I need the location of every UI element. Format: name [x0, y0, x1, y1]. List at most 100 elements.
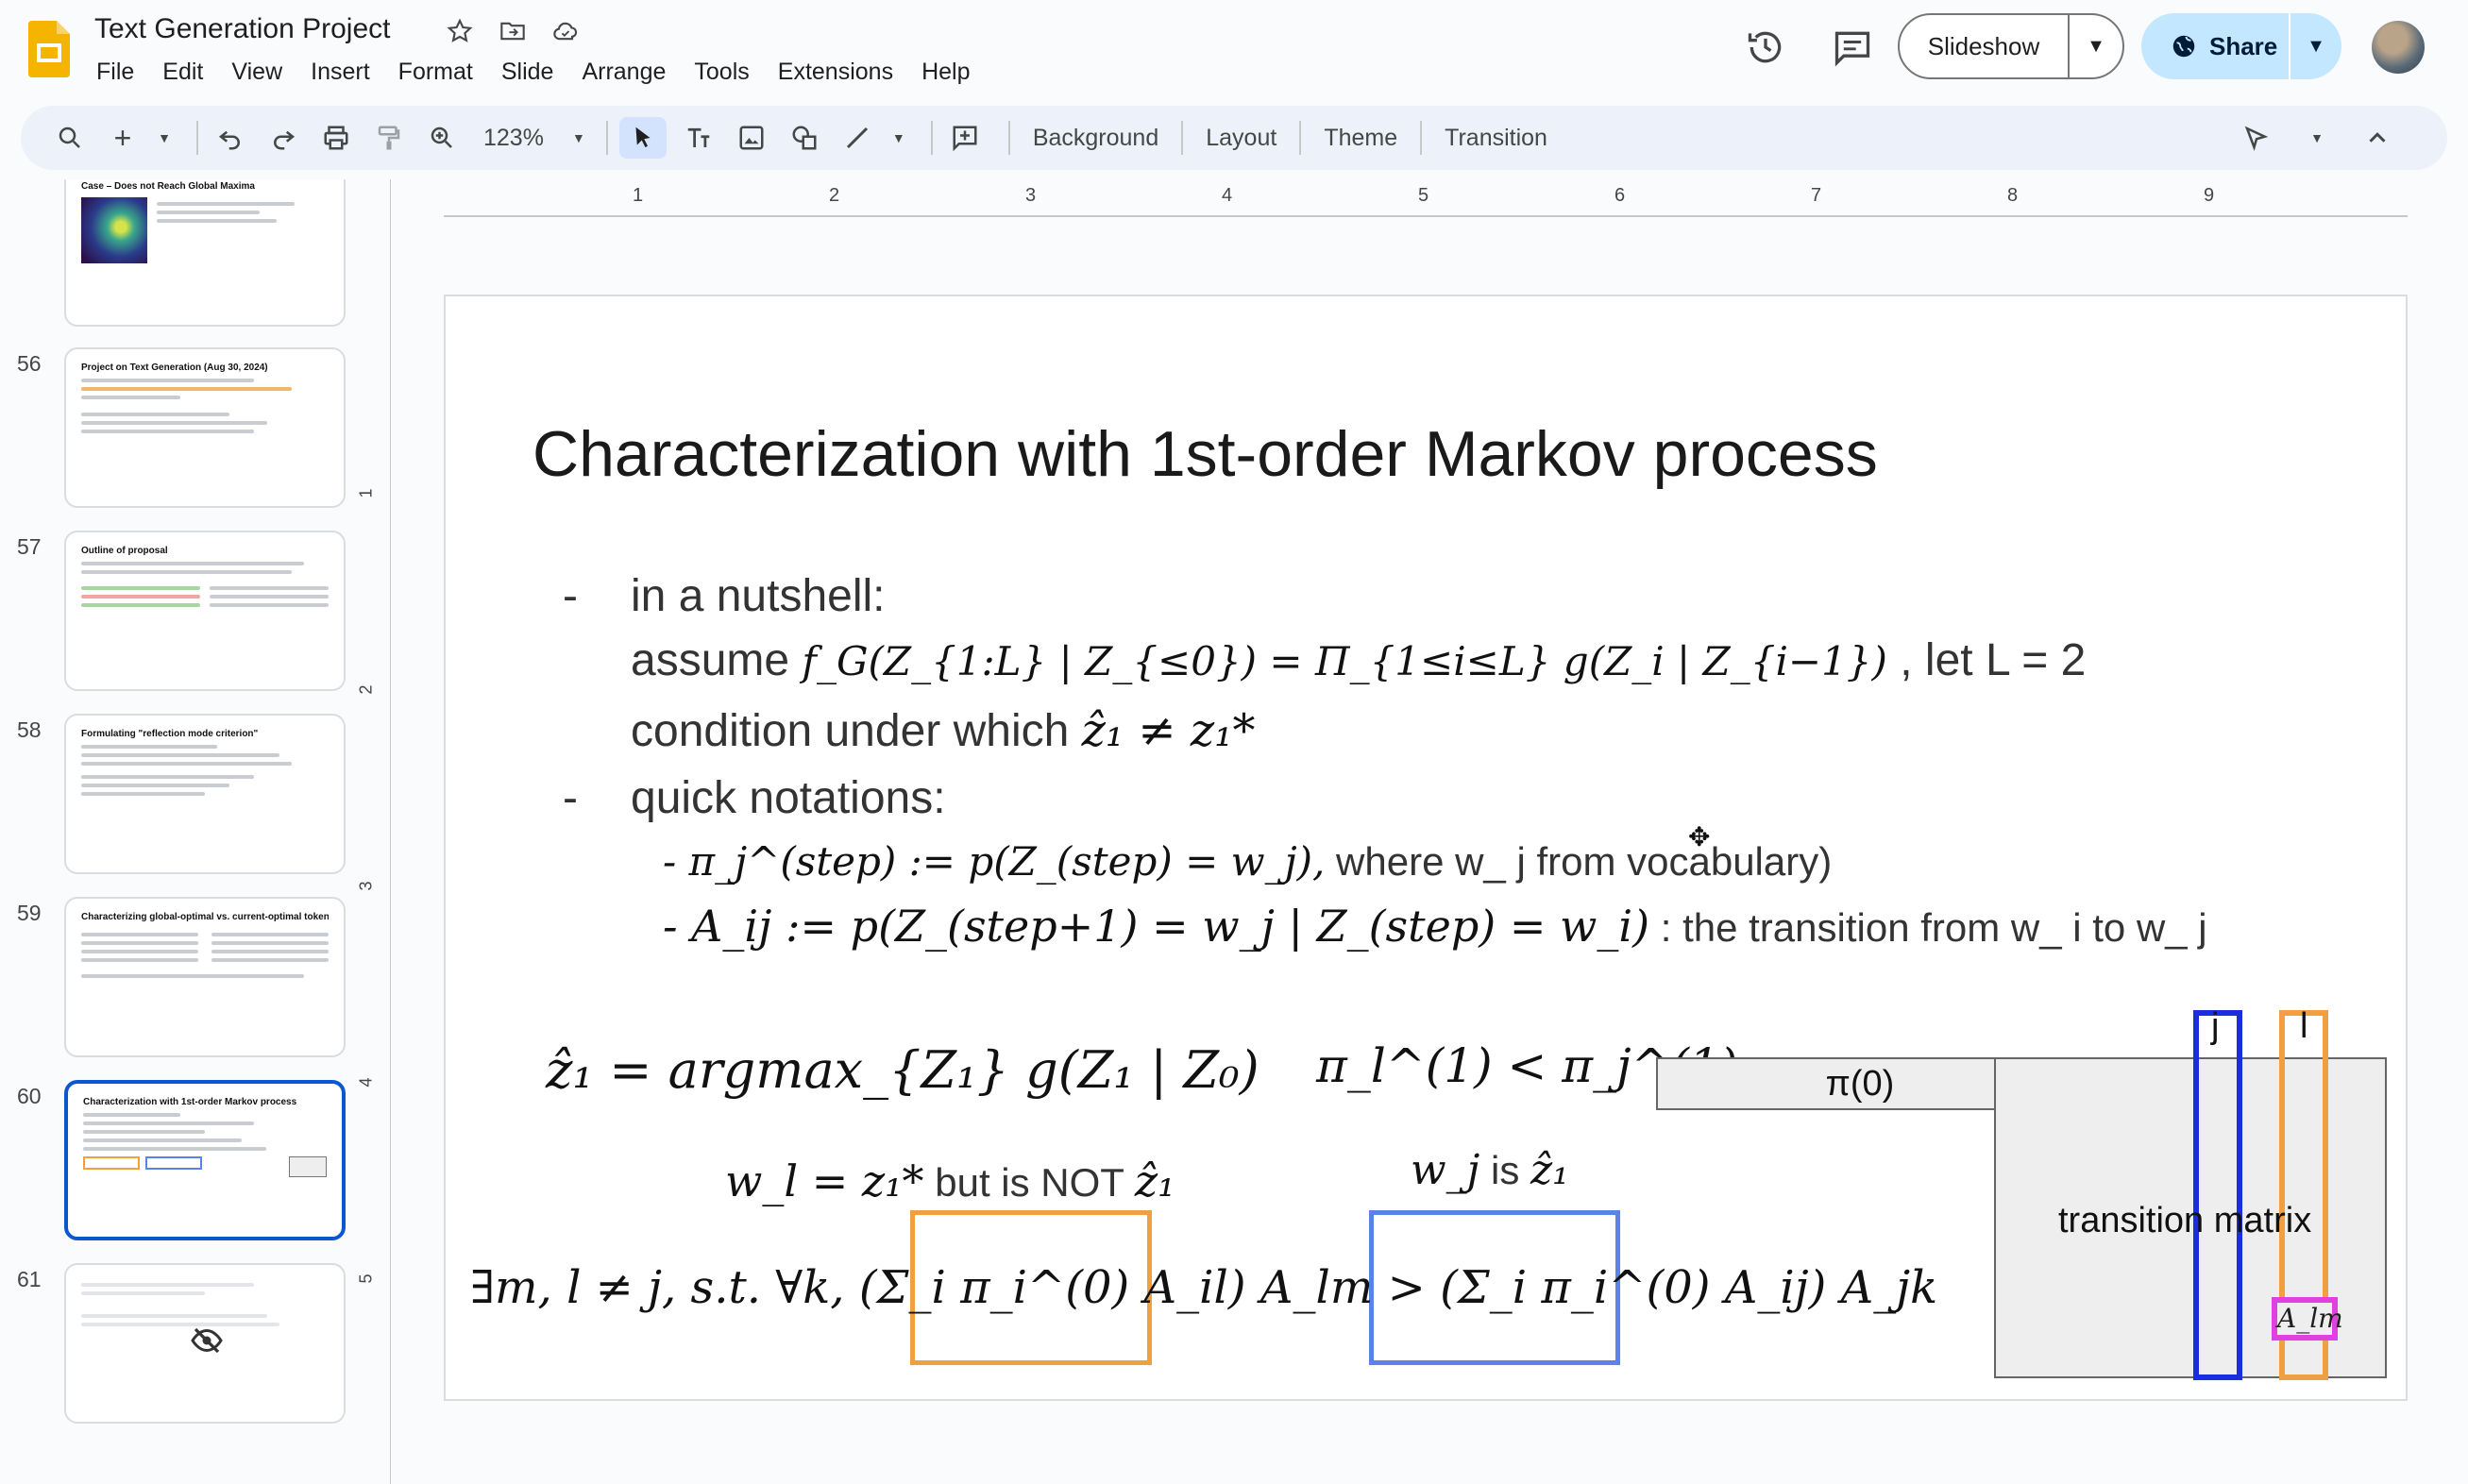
- slide-thumbnail[interactable]: Project on Text Generation (Aug 30, 2024…: [64, 347, 346, 508]
- undo-icon[interactable]: [210, 117, 251, 159]
- condition-formula: ẑ₁ ≠ z₁*: [1081, 704, 1256, 757]
- hruler-number: 1: [633, 185, 644, 206]
- thumbnail-title: Outline of proposal: [81, 546, 168, 556]
- menu-slide[interactable]: Slide: [501, 59, 567, 86]
- menu-view[interactable]: View: [231, 59, 296, 86]
- column-l-label: l: [2300, 1006, 2308, 1046]
- slide-title[interactable]: Characterization with 1st-order Markov p…: [532, 417, 1878, 491]
- menu-extensions[interactable]: Extensions: [778, 59, 906, 86]
- slide-thumbnail[interactable]: Case – Does not Reach Global Maxima: [64, 179, 346, 327]
- exists-formula[interactable]: ∃m, l ≠ j, s.t. ∀k, (Σ_i π_i^(0) A_il) A…: [470, 1261, 1937, 1314]
- pen-mode-dropdown-icon[interactable]: ▼: [2307, 117, 2326, 159]
- zoom-select[interactable]: 123% ▼: [474, 125, 595, 152]
- zoom-icon[interactable]: [421, 117, 463, 159]
- move-cursor-icon: ✥: [1688, 822, 1711, 852]
- line-dropdown-icon[interactable]: ▼: [889, 117, 908, 159]
- new-slide-dropdown-icon[interactable]: ▼: [155, 117, 174, 159]
- version-history-icon[interactable]: [1745, 26, 1786, 68]
- wj-line[interactable]: w_j is ẑ₁: [1411, 1146, 1569, 1194]
- menu-tools[interactable]: Tools: [694, 59, 762, 86]
- move-folder-icon[interactable]: [497, 15, 529, 47]
- pi-definition[interactable]: - π_j^(step) := p(Z_(step) = w_j), where…: [663, 838, 1832, 885]
- alm-cell[interactable]: A_lm: [2272, 1297, 2343, 1341]
- slide-filmstrip: Case – Does not Reach Global Maxima 56 P…: [0, 179, 378, 1484]
- pen-mode-icon[interactable]: [2236, 117, 2277, 159]
- toolbar-divider: [196, 121, 198, 155]
- a-definition[interactable]: - A_ij := p(Z_(step+1) = w_j | Z_(step) …: [663, 901, 2207, 952]
- shape-icon[interactable]: [784, 117, 825, 159]
- slide-thumbnail-current[interactable]: Characterization with 1st-order Markov p…: [64, 1080, 346, 1240]
- collapse-toolbar-icon[interactable]: [2357, 117, 2398, 159]
- zoom-dropdown-icon: ▼: [571, 130, 585, 145]
- title-bar: Text Generation Project File Edit View I…: [0, 0, 2468, 104]
- slide-number: 60: [17, 1084, 42, 1108]
- zoom-value: 123%: [483, 124, 544, 151]
- cloud-saved-icon[interactable]: [549, 15, 582, 47]
- vruler-number: 2: [356, 684, 376, 695]
- slideshow-dropdown-icon[interactable]: ▼: [2070, 36, 2122, 58]
- condition-text: condition under which: [631, 706, 1070, 756]
- column-j-highlight[interactable]: [2193, 1010, 2242, 1380]
- hruler-number: 8: [2007, 185, 2019, 206]
- assume-suffix: , let L = 2: [1900, 635, 2087, 685]
- transition-button[interactable]: Transition: [1433, 125, 1559, 152]
- slide-thumbnail-hidden[interactable]: [64, 1263, 346, 1424]
- select-pointer-icon[interactable]: [618, 117, 667, 159]
- background-button[interactable]: Background: [1022, 125, 1170, 152]
- search-menus-icon[interactable]: [49, 117, 91, 159]
- menu-bar: File Edit View Insert Format Slide Arran…: [96, 59, 999, 86]
- bullet-dash: -: [563, 571, 578, 621]
- star-icon[interactable]: [444, 15, 476, 47]
- toolbar-divider: [1299, 121, 1302, 155]
- vruler-number: 4: [356, 1077, 376, 1088]
- line-icon[interactable]: [837, 117, 878, 159]
- assume-line[interactable]: assume f_G(Z_{1:L} | Z_{≤0}) = Π_{1≤i≤L}…: [631, 634, 2086, 686]
- menu-insert[interactable]: Insert: [311, 59, 383, 86]
- paint-format-icon[interactable]: [368, 117, 410, 159]
- slide-thumbnail[interactable]: Characterizing global-optimal vs. curren…: [64, 897, 346, 1057]
- slide-number: 59: [17, 901, 42, 925]
- wj-hat: ẑ₁: [1530, 1146, 1569, 1194]
- slideshow-button[interactable]: Slideshow ▼: [1898, 13, 2124, 79]
- new-slide-icon[interactable]: +: [102, 117, 144, 159]
- document-title[interactable]: Text Generation Project: [94, 13, 391, 45]
- toolbar: + ▼ 123% ▼ ▼ Background Layout Theme Tra…: [21, 106, 2447, 170]
- slide-thumbnail[interactable]: Outline of proposal: [64, 531, 346, 691]
- layout-button[interactable]: Layout: [1194, 125, 1288, 152]
- bullet-nutshell[interactable]: in a nutshell:: [631, 570, 886, 622]
- transition-matrix-label: transition matrix: [2058, 1201, 2312, 1240]
- wl-text: but is NOT: [935, 1160, 1124, 1205]
- comments-icon[interactable]: [1832, 26, 1873, 68]
- hruler-number: 7: [1811, 185, 1822, 206]
- slideshow-label[interactable]: Slideshow: [1900, 15, 2070, 77]
- assume-formula: f_G(Z_{1:L} | Z_{≤0}) = Π_{1≤i≤L} g(Z_i …: [802, 638, 1887, 684]
- menu-edit[interactable]: Edit: [162, 59, 216, 86]
- add-comment-icon[interactable]: [944, 117, 986, 159]
- assume-prefix: assume: [631, 635, 790, 685]
- user-avatar[interactable]: [2372, 21, 2425, 74]
- toolbar-divider: [1420, 121, 1423, 155]
- pi-definition-formula: - π_j^(step) := p(Z_(step) = w_j),: [663, 838, 1326, 885]
- insert-image-icon[interactable]: [731, 117, 772, 159]
- menu-arrange[interactable]: Arrange: [582, 59, 679, 86]
- menu-file[interactable]: File: [96, 59, 147, 86]
- condition-line[interactable]: condition under which ẑ₁ ≠ z₁*: [631, 704, 1255, 757]
- share-label-wrap[interactable]: Share: [2141, 13, 2291, 79]
- wl-line[interactable]: w_l = z₁* but is NOT ẑ₁: [725, 1155, 1175, 1206]
- slides-logo-icon[interactable]: [28, 21, 70, 77]
- slide-thumbnail[interactable]: Formulating "reflection mode criterion": [64, 714, 346, 874]
- argmax-formula[interactable]: ẑ₁ = argmax_{Z₁} g(Z₁ | Z₀): [546, 1040, 1259, 1100]
- theme-button[interactable]: Theme: [1312, 125, 1409, 152]
- redo-icon[interactable]: [262, 117, 304, 159]
- menu-format[interactable]: Format: [398, 59, 486, 86]
- vruler-number: 1: [356, 488, 376, 498]
- toolbar-divider: [1007, 121, 1010, 155]
- print-icon[interactable]: [315, 117, 357, 159]
- title-icons: [444, 15, 582, 47]
- slide-canvas[interactable]: Characterization with 1st-order Markov p…: [444, 295, 2408, 1401]
- share-dropdown-icon[interactable]: ▼: [2291, 36, 2341, 58]
- bullet-quick-notations[interactable]: quick notations:: [631, 772, 946, 824]
- share-button[interactable]: Share ▼: [2141, 13, 2341, 79]
- menu-help[interactable]: Help: [921, 59, 983, 86]
- text-box-icon[interactable]: [678, 117, 719, 159]
